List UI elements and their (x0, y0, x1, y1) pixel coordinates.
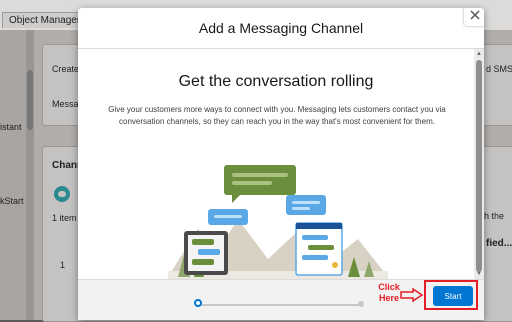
verified-column-text: fied... (486, 238, 512, 249)
item-count: 1 item (52, 213, 77, 223)
start-button[interactable]: Start (433, 286, 473, 306)
tablet-message (192, 259, 214, 265)
arrow-right-icon (400, 288, 424, 302)
close-button[interactable] (464, 8, 484, 26)
tablet-message (192, 239, 214, 245)
chat-bubble-green (224, 165, 296, 195)
chat-window-dot (332, 262, 338, 268)
scroll-up-icon[interactable]: ▲ (475, 50, 483, 58)
tablet-message (198, 249, 220, 255)
chat-bubble-blue (286, 195, 326, 215)
modal-title: Add a Messaging Channel (198, 20, 364, 36)
create-text: Create (52, 64, 80, 74)
modal-header: Add a Messaging Channel (78, 8, 484, 49)
sms-text: d SMS te (486, 64, 512, 74)
add-messaging-channel-modal: Add a Messaging Channel Get the conversa… (78, 8, 484, 320)
bubble-line (292, 201, 320, 204)
bubble-line (232, 181, 272, 185)
messaging-illustration (168, 165, 388, 279)
chat-window-header (296, 223, 342, 229)
quickstart-text: kStart (0, 196, 24, 206)
assistant-text: istant (0, 122, 22, 132)
body-heading: Get the conversation rolling (178, 73, 374, 90)
progress-step-next (358, 301, 364, 307)
modal-scrollbar-thumb[interactable] (476, 60, 482, 272)
messaging-channel-icon (54, 186, 70, 202)
bubble-line (292, 207, 310, 210)
row-number: 1 (60, 260, 66, 270)
background-left-column (0, 30, 26, 320)
modal-body: Get the conversation rolling Give your c… (78, 49, 474, 279)
close-icon (470, 10, 480, 20)
body-description: Give your customers more ways to connect… (108, 105, 446, 126)
chat-window-message (302, 255, 328, 260)
chat-window-message (302, 235, 328, 240)
object-manager-tab-label: Object Manager (9, 15, 81, 26)
progress-step-current (194, 299, 202, 307)
bubble-line (232, 173, 288, 177)
chat-window-message (308, 245, 334, 250)
progress-track (198, 304, 362, 306)
search-text: h the (484, 211, 505, 221)
chat-bubble-tail (232, 195, 240, 203)
background-scrollbar-thumb (27, 70, 33, 130)
bubble-line (214, 215, 242, 218)
